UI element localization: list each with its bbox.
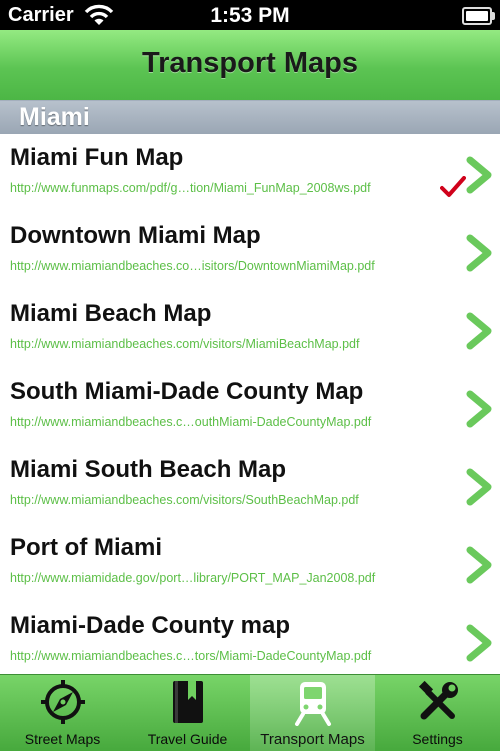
status-bar: Carrier 1:53 PM bbox=[0, 0, 500, 30]
tab-label: Travel Guide bbox=[147, 731, 228, 747]
chevron-right-icon bbox=[466, 390, 492, 428]
tab-settings[interactable]: Settings bbox=[375, 675, 500, 751]
checkmark-icon bbox=[440, 176, 466, 197]
section-title: Miami bbox=[19, 103, 90, 131]
tab-transport-maps[interactable]: Transport Maps bbox=[250, 675, 375, 751]
chevron-right-icon bbox=[466, 156, 492, 194]
tab-travel-guide[interactable]: Travel Guide bbox=[125, 675, 250, 751]
list-item[interactable]: Port of Miami http://www.miamidade.gov/p… bbox=[0, 524, 500, 603]
list-item[interactable]: Downtown Miami Map http://www.miamiandbe… bbox=[0, 212, 500, 291]
map-list: Miami Fun Map http://www.funmaps.com/pdf… bbox=[0, 134, 500, 674]
list-item[interactable]: Miami Fun Map http://www.funmaps.com/pdf… bbox=[0, 134, 500, 213]
map-url: http://www.miamiandbeaches.c…tors/Miami-… bbox=[10, 649, 372, 663]
map-name: Port of Miami bbox=[10, 534, 163, 561]
map-name: Miami South Beach Map bbox=[10, 456, 287, 483]
clock: 1:53 PM bbox=[210, 4, 290, 27]
map-url: http://www.miamiandbeaches.co…isitors/Do… bbox=[10, 259, 375, 273]
train-icon bbox=[295, 682, 331, 726]
tab-street-maps[interactable]: Street Maps bbox=[0, 675, 125, 751]
map-url: http://www.funmaps.com/pdf/g…tion/Miami_… bbox=[10, 181, 371, 195]
list-item[interactable]: Miami South Beach Map http://www.miamian… bbox=[0, 446, 500, 525]
map-name: Miami Fun Map bbox=[10, 144, 184, 171]
map-name: South Miami-Dade County Map bbox=[10, 378, 364, 405]
map-url: http://www.miamiandbeaches.com/visitors/… bbox=[10, 493, 359, 507]
list-item[interactable]: Miami Beach Map http://www.miamiandbeach… bbox=[0, 290, 500, 369]
section-header: Miami bbox=[0, 100, 500, 135]
page-title: Transport Maps bbox=[142, 47, 358, 79]
chevron-right-icon bbox=[466, 546, 492, 584]
battery-icon bbox=[462, 7, 495, 25]
tab-bar: Street Maps Travel Guide Transport Maps … bbox=[0, 674, 500, 751]
list-item[interactable]: Miami-Dade County map http://www.miamian… bbox=[0, 602, 500, 674]
chevron-right-icon bbox=[466, 234, 492, 272]
map-url: http://www.miamidade.gov/port…library/PO… bbox=[10, 571, 376, 585]
list-item[interactable]: South Miami-Dade County Map http://www.m… bbox=[0, 368, 500, 447]
map-name: Miami-Dade County map bbox=[10, 612, 291, 639]
book-icon bbox=[173, 681, 203, 723]
tab-label: Settings bbox=[412, 731, 463, 747]
compass-icon bbox=[41, 680, 85, 724]
map-url: http://www.miamiandbeaches.com/visitors/… bbox=[10, 337, 360, 351]
chevron-right-icon bbox=[466, 312, 492, 350]
tools-icon bbox=[418, 680, 458, 720]
navigation-bar: Transport Maps bbox=[0, 30, 500, 101]
tab-label: Transport Maps bbox=[260, 731, 365, 748]
map-url: http://www.miamiandbeaches.c…outhMiami-D… bbox=[10, 415, 372, 429]
map-name: Miami Beach Map bbox=[10, 300, 212, 327]
chevron-right-icon bbox=[466, 468, 492, 506]
map-name: Downtown Miami Map bbox=[10, 222, 261, 249]
tab-label: Street Maps bbox=[24, 731, 101, 747]
chevron-right-icon bbox=[466, 624, 492, 662]
